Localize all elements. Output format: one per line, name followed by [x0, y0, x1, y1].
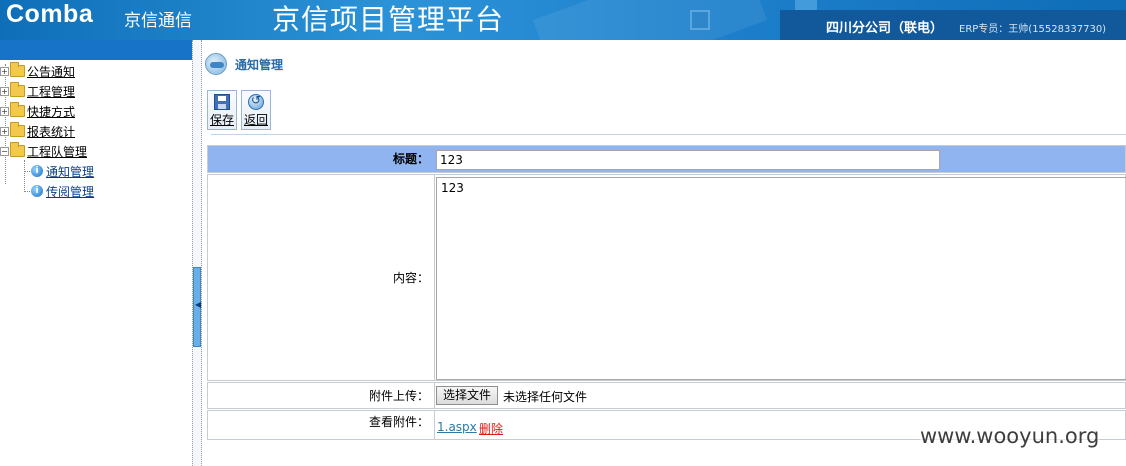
file-status: 未选择任何文件: [503, 390, 588, 404]
sidebar-item-project-management[interactable]: + 工程管理: [0, 82, 75, 100]
watermark: www.wooyun.org: [920, 424, 1100, 448]
sidebar-subitem-notice-management[interactable]: i 通知管理: [24, 162, 94, 180]
tree-branch: [24, 190, 30, 192]
title-row: 标题： 123: [207, 145, 1126, 173]
folder-icon: [10, 122, 25, 137]
header-decoration: [532, 0, 768, 40]
upload-label: 附件上传：: [208, 383, 435, 408]
content-row: 内容： 123: [207, 174, 1126, 381]
sidebar-subitem-circulation-management[interactable]: i 传阅管理: [24, 182, 94, 200]
upload-cell: 选择文件 未选择任何文件: [436, 383, 1125, 408]
choose-file-button[interactable]: 选择文件: [436, 386, 499, 405]
content-textarea[interactable]: 123: [436, 177, 1126, 380]
expand-icon[interactable]: +: [0, 86, 9, 96]
company-name: 四川分公司（联电）: [826, 21, 944, 36]
erp-contact: ERP专员：王帅(15528337730): [959, 24, 1107, 35]
collapse-sidebar-handle[interactable]: ◀: [193, 267, 201, 347]
back-button[interactable]: 返回: [241, 90, 271, 130]
platform-title: 京信项目管理平台: [272, 3, 505, 36]
title-label: 标题：: [208, 146, 435, 172]
sidebar-item-label[interactable]: 工程管理: [27, 83, 75, 100]
view-attachment-label: 查看附件：: [208, 411, 435, 439]
info-icon: i: [31, 165, 43, 177]
delete-attachment-link[interactable]: 删除: [479, 420, 503, 437]
logo-chinese-name: 京信通信: [124, 11, 192, 31]
sidebar-item-shortcuts[interactable]: + 快捷方式: [0, 102, 75, 120]
page-title-row: 通知管理: [205, 53, 283, 75]
notice-icon: [205, 53, 227, 75]
upload-row: 附件上传： 选择文件 未选择任何文件: [207, 382, 1126, 409]
title-input[interactable]: 123: [436, 150, 940, 170]
app-header: Comba 京信通信 京信项目管理平台 四川分公司（联电） ERP专员：王帅(1…: [0, 0, 1126, 40]
sidebar-item-label[interactable]: 报表统计: [27, 123, 75, 140]
comba-logo: Comba: [6, 0, 94, 28]
tree-branch: [24, 170, 30, 172]
sidebar-item-announcements[interactable]: + 公告通知: [0, 62, 75, 80]
folder-icon: [10, 62, 25, 77]
expand-icon[interactable]: +: [0, 66, 9, 76]
sidebar-item-team-management[interactable]: − 工程队管理: [0, 142, 87, 160]
expand-icon[interactable]: +: [0, 106, 9, 116]
collapse-icon[interactable]: −: [0, 146, 9, 156]
save-button[interactable]: 保存: [207, 90, 237, 130]
header-square-decoration: [690, 10, 710, 30]
back-button-label[interactable]: 返回: [242, 111, 270, 128]
content-label: 内容：: [208, 175, 435, 380]
sidebar-item-reports[interactable]: + 报表统计: [0, 122, 75, 140]
page-title: 通知管理: [235, 57, 284, 72]
sidebar-item-label[interactable]: 快捷方式: [27, 103, 75, 120]
attachment-link[interactable]: 1.aspx: [437, 420, 477, 434]
sidebar-top-bar: [0, 40, 192, 60]
sidebar-subitem-label[interactable]: 传阅管理: [46, 183, 94, 200]
sidebar-item-label[interactable]: 公告通知: [27, 63, 75, 80]
open-folder-icon: [10, 142, 25, 157]
save-button-label[interactable]: 保存: [208, 111, 236, 128]
title-cell: 123: [436, 146, 1125, 172]
chevron-left-icon: ◀: [195, 300, 202, 309]
main-content: 通知管理 保存 返回 标题： 123 内容： 123 附件上传： 选择文件 未选…: [203, 40, 1126, 466]
save-icon: [214, 94, 230, 110]
content-cell: 123: [436, 175, 1126, 380]
info-icon: i: [31, 185, 43, 197]
expand-icon[interactable]: +: [0, 126, 9, 136]
sidebar-item-label[interactable]: 工程队管理: [27, 143, 87, 160]
sidebar: + 公告通知 + 工程管理 + 快捷方式 + 报表统计 − 工程队管理 i 通知…: [0, 40, 192, 466]
toolbar-divider: [211, 134, 1126, 135]
sidebar-splitter[interactable]: [192, 40, 202, 466]
sidebar-subitem-label[interactable]: 通知管理: [46, 163, 94, 180]
folder-icon: [10, 82, 25, 97]
back-icon: [248, 93, 264, 110]
folder-icon: [10, 102, 25, 117]
